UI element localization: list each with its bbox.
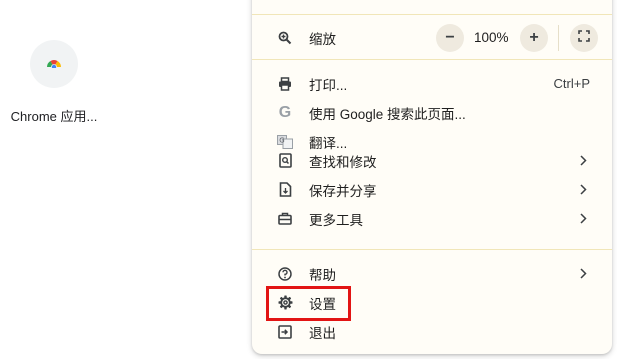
google-g-icon: G xyxy=(278,103,292,121)
menu-item-save-share[interactable]: 保存并分享 xyxy=(252,175,612,204)
plus-icon: + xyxy=(529,28,539,46)
help-circle-icon xyxy=(277,266,293,282)
fullscreen-button[interactable] xyxy=(570,23,598,52)
menu-item-help[interactable]: 帮助 xyxy=(252,259,612,288)
toolbox-icon xyxy=(277,211,293,227)
chevron-right-icon xyxy=(578,155,588,167)
zoom-out-button[interactable]: − xyxy=(436,23,464,52)
save-share-icon xyxy=(277,182,293,198)
menu-item-label: 查找和修改 xyxy=(309,154,377,170)
menu-item-label: 保存并分享 xyxy=(309,183,377,199)
chevron-right-icon xyxy=(578,213,588,225)
chrome-apps-shortcut[interactable]: Chrome 应用... xyxy=(8,40,100,125)
minus-icon: − xyxy=(445,28,455,46)
menu-divider xyxy=(252,59,612,60)
zoom-in-button[interactable]: + xyxy=(520,23,548,52)
menu-divider xyxy=(252,14,612,15)
zoom-divider xyxy=(558,24,559,51)
menu-item-search-google[interactable]: G 使用 Google 搜索此页面... xyxy=(252,98,612,127)
screen: Chrome 应用... 缩放 − 100% + 打印... Ctrl+P G … xyxy=(0,0,617,359)
zoom-label: 缩放 xyxy=(309,31,336,47)
menu-item-label: 退出 xyxy=(309,325,336,341)
menu-item-exit[interactable]: 退出 xyxy=(252,317,612,346)
menu-item-label: 使用 Google 搜索此页面... xyxy=(309,106,466,122)
menu-item-find-edit[interactable]: 查找和修改 xyxy=(252,146,612,175)
menu-item-print[interactable]: 打印... Ctrl+P xyxy=(252,69,612,98)
menu-item-more-tools[interactable]: 更多工具 xyxy=(252,204,612,233)
settings-highlight-box xyxy=(266,286,351,321)
zoom-magnifier-icon xyxy=(277,30,293,46)
menu-item-label: 打印... xyxy=(309,77,348,93)
chrome-apps-label: Chrome 应用... xyxy=(10,109,98,124)
chevron-right-icon xyxy=(578,268,588,280)
menu-item-label: 帮助 xyxy=(309,267,336,283)
menu-item-label: 更多工具 xyxy=(309,212,363,228)
zoom-level: 100% xyxy=(474,30,509,45)
find-page-icon xyxy=(277,153,293,169)
svg-text:G: G xyxy=(279,136,284,144)
zoom-row: 缩放 − 100% + xyxy=(252,23,612,52)
menu-divider xyxy=(252,249,612,250)
fullscreen-icon xyxy=(578,29,590,47)
chrome-logo-icon xyxy=(46,55,62,73)
printer-icon xyxy=(277,76,293,92)
chevron-right-icon xyxy=(578,184,588,196)
exit-icon xyxy=(277,324,293,340)
print-shortcut: Ctrl+P xyxy=(553,76,590,91)
chrome-apps-tile[interactable] xyxy=(30,40,78,88)
